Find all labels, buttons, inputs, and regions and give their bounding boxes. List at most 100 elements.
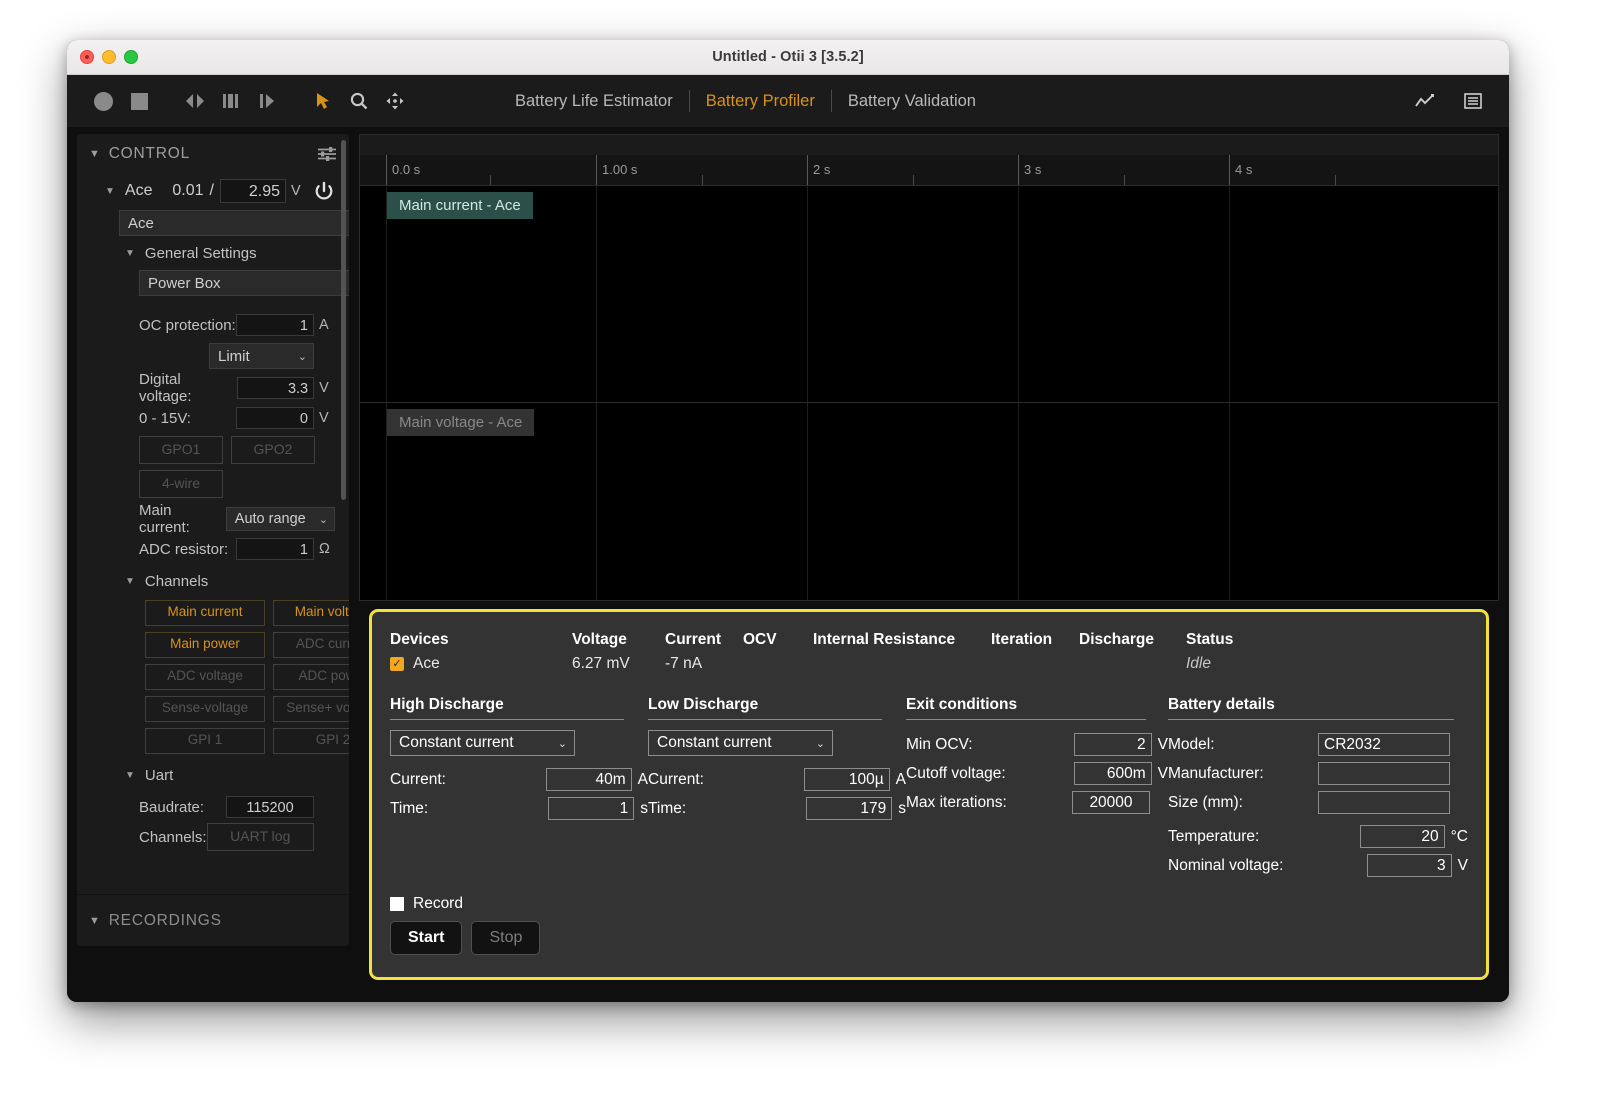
time-tick-1: 1.00 s — [602, 162, 638, 177]
oc-mode-select[interactable]: Limit ⌄ — [209, 343, 314, 369]
channel-sense-plus-voltage[interactable]: Sense+ voltage — [273, 696, 349, 722]
channel-main-power[interactable]: Main power — [145, 632, 265, 658]
plot-main-voltage[interactable]: Main voltage - Ace — [359, 403, 1499, 601]
window-controls[interactable] — [80, 40, 138, 74]
low-discharge-time-field[interactable]: 179 — [806, 797, 893, 820]
chevron-down-icon[interactable]: ▼ — [105, 186, 115, 197]
adc-resistor-field[interactable]: 1 — [236, 538, 314, 560]
channel-tag-main-voltage[interactable]: Main voltage - Ace — [387, 409, 535, 436]
general-settings-row[interactable]: ▼ General Settings — [91, 236, 335, 270]
step-forward-icon[interactable] — [249, 83, 285, 119]
max-iterations-field[interactable]: 20000 — [1072, 791, 1150, 814]
record-checkbox[interactable] — [390, 897, 404, 911]
gpo1-button[interactable]: GPO1 — [139, 436, 223, 464]
recordings-title: RECORDINGS — [108, 912, 222, 929]
high-discharge-current-field[interactable]: 40m — [545, 768, 632, 791]
channel-gpi2[interactable]: GPI 2 — [273, 728, 349, 754]
channel-sense-minus-voltage[interactable]: Sense-voltage — [145, 696, 265, 722]
high-discharge-mode-select[interactable]: Constant current ⌄ — [390, 730, 575, 756]
tab-battery-life-estimator[interactable]: Battery Life Estimator — [499, 92, 689, 111]
cutoff-voltage-field[interactable]: 600m — [1073, 762, 1152, 785]
sliders-icon[interactable] — [317, 146, 337, 162]
device-measured-voltage: 0.01 — [172, 182, 204, 199]
channel-adc-current[interactable]: ADC current — [273, 632, 349, 658]
digital-voltage-label: Digital voltage: — [139, 371, 192, 405]
digital-voltage-field[interactable]: 3.3 — [236, 377, 315, 399]
fit-horizontal-icon[interactable] — [177, 83, 213, 119]
nominal-voltage-field[interactable]: 3 — [1366, 854, 1452, 877]
uart-label: Uart — [144, 766, 174, 784]
device-select[interactable]: Ace ⌄ — [119, 210, 349, 236]
manufacturer-field[interactable] — [1318, 762, 1450, 785]
device-checkbox[interactable]: ✓ — [390, 657, 404, 671]
baudrate-row: Baudrate: 115200 — [91, 792, 335, 822]
channel-gpi1[interactable]: GPI 1 — [145, 728, 265, 754]
chevron-down-icon: ▼ — [125, 575, 135, 587]
size-row: Size (mm): — [1168, 788, 1468, 817]
size-field[interactable] — [1318, 791, 1450, 814]
low-discharge-mode-select[interactable]: Constant current ⌄ — [648, 730, 833, 756]
uart-log-button[interactable]: UART log — [206, 823, 314, 851]
mode-select[interactable]: Power Box ⌄ — [139, 270, 349, 296]
start-button[interactable]: Start — [390, 921, 463, 955]
manufacturer-row: Manufacturer: — [1168, 759, 1468, 788]
chevron-down-icon: ⌄ — [318, 513, 328, 526]
zoom-icon[interactable] — [341, 83, 377, 119]
device-setpoint-field[interactable]: 2.95 — [220, 179, 286, 203]
channel-adc-power[interactable]: ADC power — [273, 664, 349, 690]
min-ocv-field[interactable]: 2 — [1073, 733, 1152, 756]
tab-battery-profiler[interactable]: Battery Profiler — [690, 92, 831, 111]
plot-main-current[interactable]: Main current - Ace — [359, 185, 1499, 403]
uart-row[interactable]: ▼ Uart — [91, 758, 335, 792]
low-discharge-current-label: Current: — [648, 770, 704, 788]
record-circle-icon[interactable] — [85, 83, 121, 119]
oc-protection-unit: A — [319, 317, 329, 333]
power-icon[interactable] — [313, 180, 335, 202]
screenshot-root: Untitled - Otii 3 [3.5.2] Battery Life E… — [0, 0, 1617, 1110]
record-checkbox-row[interactable]: Record — [390, 895, 540, 913]
minimize-icon[interactable] — [102, 50, 116, 64]
temperature-field[interactable]: 20 — [1359, 825, 1445, 848]
channel-tag-main-current[interactable]: Main current - Ace — [387, 192, 533, 219]
four-wire-button[interactable]: 4-wire — [139, 470, 223, 498]
main-current-row: Main current: Auto range ⌄ — [91, 502, 335, 536]
channels-row[interactable]: ▼ Channels — [91, 564, 335, 598]
adc-resistor-label: ADC resistor: — [139, 540, 229, 558]
baudrate-field[interactable]: 115200 — [226, 796, 314, 818]
device-row-voltage: 6.27 mV — [572, 655, 630, 672]
stop-button[interactable]: Stop — [471, 921, 541, 955]
control-panel-header[interactable]: ▼ CONTROL — [77, 134, 349, 174]
chart-icon[interactable] — [1407, 83, 1443, 119]
tab-battery-validation[interactable]: Battery Validation — [832, 92, 992, 111]
pan-icon[interactable] — [377, 83, 413, 119]
recordings-panel-header[interactable]: ▼ RECORDINGS — [77, 894, 349, 946]
manufacturer-label: Manufacturer: — [1168, 764, 1264, 782]
graph-and-profiler-area: 0.0 s 1.00 s 2 s 3 s 4 s Main current - … — [359, 134, 1499, 1002]
high-discharge-time-field[interactable]: 1 — [548, 797, 635, 820]
columns-icon[interactable] — [213, 83, 249, 119]
gpo2-button[interactable]: GPO2 — [231, 436, 315, 464]
high-discharge-section: High Discharge Constant current ⌄ Curren… — [390, 696, 648, 880]
close-icon[interactable] — [80, 50, 94, 64]
main-current-select[interactable]: Auto range ⌄ — [225, 507, 335, 531]
maximize-icon[interactable] — [124, 50, 138, 64]
channel-main-current[interactable]: Main current — [145, 600, 265, 626]
low-discharge-current-field[interactable]: 100µ — [803, 768, 890, 791]
low-discharge-title: Low Discharge — [648, 696, 882, 720]
devices-table-header: Devices Voltage Current OCV Internal Res… — [390, 628, 1468, 652]
sidebar-body: ▼ Ace 0.01 / 2.95 V Ace ▼ General Settin… — [77, 174, 349, 852]
oc-protection-field[interactable]: 1 — [236, 314, 314, 336]
low-discharge-current-unit: A — [895, 770, 906, 788]
baudrate-label: Baudrate: — [139, 798, 205, 816]
sidebar-scrollbar[interactable] — [341, 140, 346, 500]
model-field[interactable]: CR2032 — [1318, 733, 1450, 756]
list-icon[interactable] — [1455, 83, 1491, 119]
range-field[interactable]: 0 — [236, 407, 314, 429]
mode-select-value: Power Box — [148, 274, 221, 292]
channel-adc-voltage[interactable]: ADC voltage — [145, 664, 265, 690]
cursor-arrow-icon[interactable] — [305, 83, 341, 119]
channel-main-voltage[interactable]: Main voltage — [273, 600, 349, 626]
time-axis[interactable]: 0.0 s 1.00 s 2 s 3 s 4 s — [359, 155, 1499, 185]
stop-square-icon[interactable] — [121, 83, 157, 119]
col-status: Status — [1186, 631, 1234, 648]
